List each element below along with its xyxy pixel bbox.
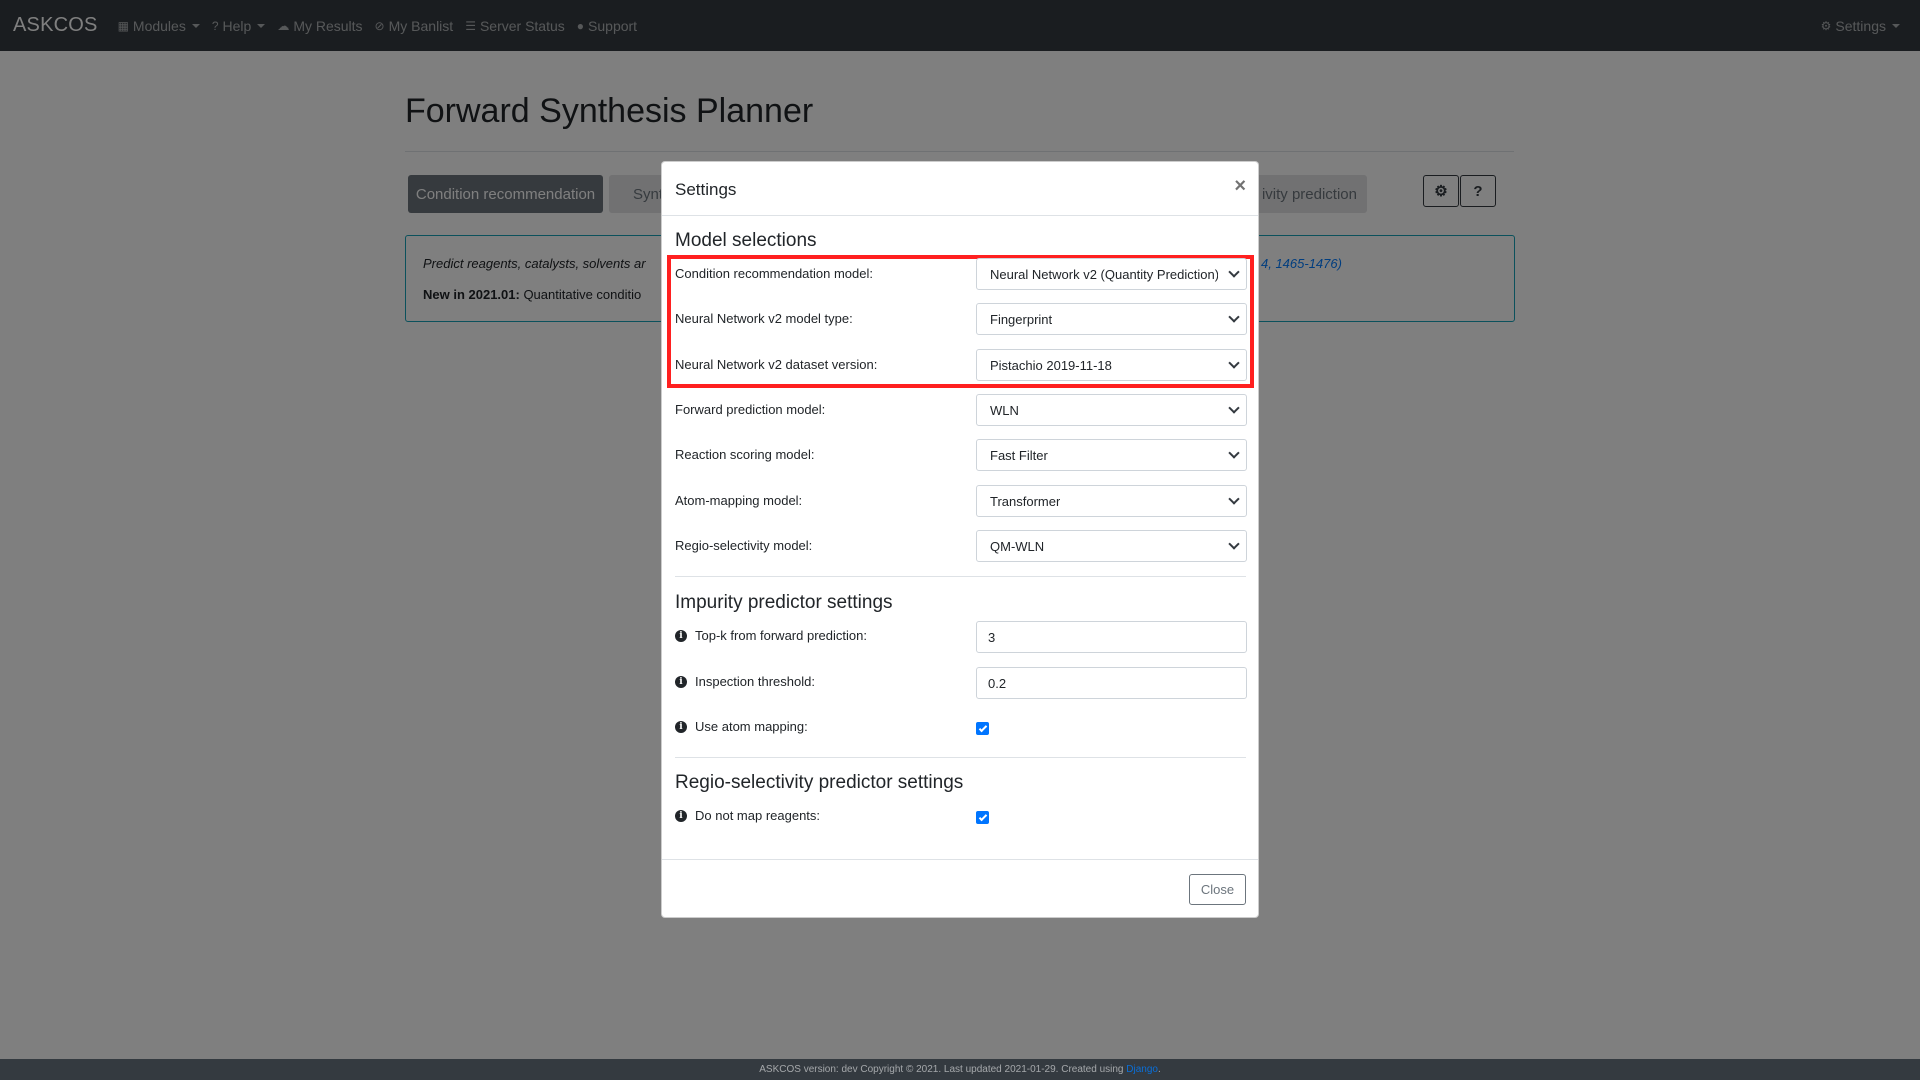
forward-model-value: WLN xyxy=(990,402,1019,418)
section-divider xyxy=(675,576,1246,577)
checkmark-icon xyxy=(978,723,987,732)
section-regio: Regio-selectivity predictor settings xyxy=(675,772,964,793)
forward-model-label: Forward prediction model: xyxy=(675,402,826,417)
condition-model-value: Neural Network v2 (Quantity Prediction) xyxy=(990,266,1218,282)
threshold-label: i Inspection threshold: xyxy=(675,674,815,689)
chevron-down-icon xyxy=(1228,266,1240,278)
chevron-down-icon xyxy=(1228,402,1240,414)
use-mapping-label-text: Use atom mapping: xyxy=(695,719,808,734)
section-model-selections: Model selections xyxy=(675,230,817,251)
regio-model-label: Regio-selectivity model: xyxy=(675,538,813,553)
footer-end: . xyxy=(1157,1064,1161,1075)
nn-dataset-value: Pistachio 2019-11-18 xyxy=(990,357,1112,373)
forward-model-select[interactable]: WLN xyxy=(976,394,1247,426)
topk-input[interactable]: 3 xyxy=(976,621,1247,653)
nn-dataset-select[interactable]: Pistachio 2019-11-18 xyxy=(976,349,1247,381)
chevron-down-icon xyxy=(1228,311,1240,323)
atom-mapping-model-select[interactable]: Transformer xyxy=(976,485,1247,517)
checkmark-icon xyxy=(978,812,987,821)
info-icon[interactable]: i xyxy=(675,809,687,822)
nn-type-label: Neural Network v2 model type: xyxy=(675,311,853,326)
info-icon[interactable]: i xyxy=(675,720,687,733)
section-impurity: Impurity predictor settings xyxy=(675,592,893,613)
threshold-label-text: Inspection threshold: xyxy=(695,674,815,689)
info-icon[interactable]: i xyxy=(675,629,687,642)
nn-type-value: Fingerprint xyxy=(990,311,1053,327)
condition-model-select[interactable]: Neural Network v2 (Quantity Prediction) xyxy=(976,258,1247,290)
chevron-down-icon xyxy=(1228,447,1240,459)
modal-footer-divider xyxy=(662,859,1258,860)
topk-label-text: Top-k from forward prediction: xyxy=(695,628,867,643)
no-map-label: i Do not map reagents: xyxy=(675,808,820,823)
scoring-model-label: Reaction scoring model: xyxy=(675,447,815,462)
modal-header: Settings × xyxy=(662,162,1258,216)
close-button[interactable]: Close xyxy=(1189,874,1246,905)
nn-dataset-label: Neural Network v2 dataset version: xyxy=(675,357,878,372)
scoring-model-value: Fast Filter xyxy=(990,447,1048,463)
condition-model-label: Condition recommendation model: xyxy=(675,266,873,281)
chevron-down-icon xyxy=(1228,538,1240,550)
use-mapping-label: i Use atom mapping: xyxy=(675,719,808,734)
regio-model-select[interactable]: QM-WLN xyxy=(976,530,1247,562)
section-divider xyxy=(675,757,1246,758)
atom-mapping-model-value: Transformer xyxy=(990,493,1061,509)
nn-type-select[interactable]: Fingerprint xyxy=(976,303,1247,335)
page-footer: ASKCOS version: dev Copyright © 2021. La… xyxy=(0,1059,1920,1080)
modal-title: Settings xyxy=(675,180,737,199)
footer-django-link[interactable]: Django xyxy=(1126,1064,1158,1075)
info-icon[interactable]: i xyxy=(675,675,687,688)
use-mapping-checkbox[interactable] xyxy=(976,722,989,735)
no-map-label-text: Do not map reagents: xyxy=(695,808,821,823)
settings-modal: Settings × Model selections Condition re… xyxy=(661,161,1259,918)
topk-value: 3 xyxy=(988,629,996,645)
topk-label: i Top-k from forward prediction: xyxy=(675,628,867,643)
threshold-input[interactable]: 0.2 xyxy=(976,667,1247,699)
chevron-down-icon xyxy=(1228,357,1240,369)
no-map-checkbox[interactable] xyxy=(976,811,989,824)
scoring-model-select[interactable]: Fast Filter xyxy=(976,439,1247,471)
atom-mapping-model-label: Atom-mapping model: xyxy=(675,493,803,508)
footer-text: ASKCOS version: dev Copyright © 2021. La… xyxy=(759,1064,1127,1075)
threshold-value: 0.2 xyxy=(988,675,1007,691)
regio-model-value: QM-WLN xyxy=(990,538,1045,554)
close-icon[interactable]: × xyxy=(1234,176,1246,196)
chevron-down-icon xyxy=(1228,493,1240,505)
